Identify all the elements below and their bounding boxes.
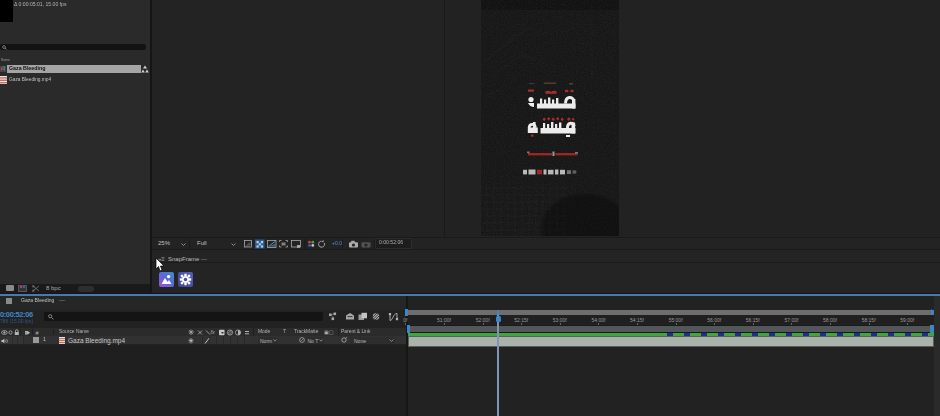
- svg-text:fx: fx: [211, 329, 215, 335]
